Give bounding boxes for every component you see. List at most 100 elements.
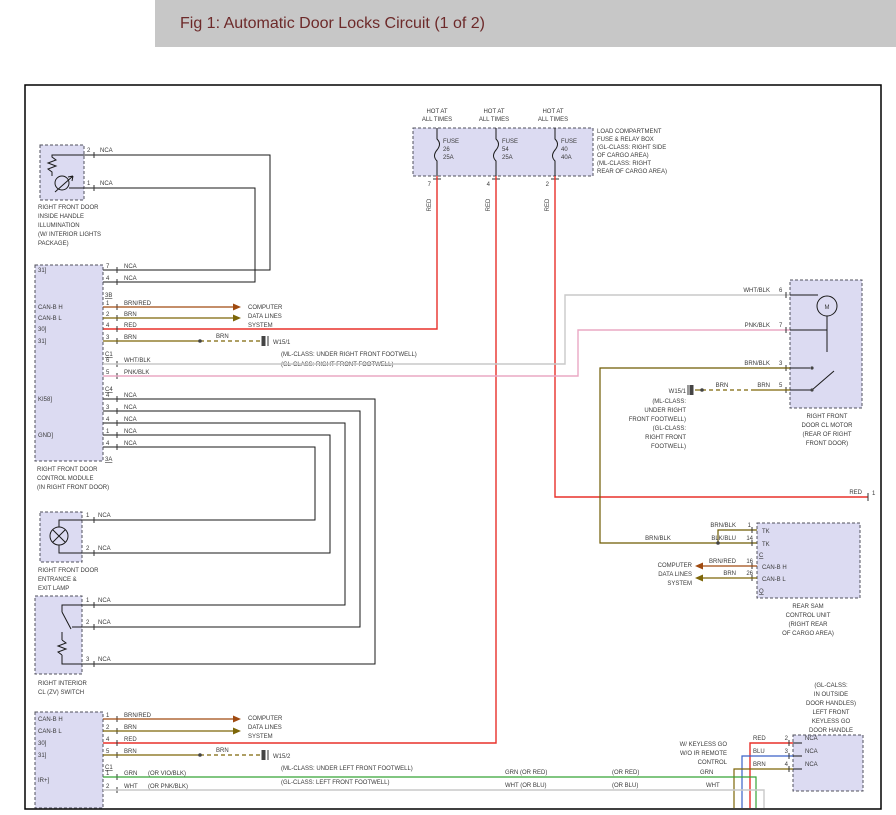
wire-label: NCA bbox=[98, 657, 111, 663]
component-label: INSIDE HANDLE bbox=[38, 214, 84, 220]
wire-label: BRN bbox=[757, 383, 770, 389]
fusebox-location: (GL-CLASS: RIGHT SIDE bbox=[597, 145, 666, 151]
wire-label: BRN bbox=[723, 571, 736, 577]
wire-label: NCA bbox=[805, 749, 818, 755]
splice-location: FOOTWELL) bbox=[651, 444, 686, 450]
terminal-label: CAN-B H bbox=[38, 717, 63, 723]
component-label: OF CARGO AREA) bbox=[782, 631, 834, 637]
splice-location: FRONT FOOTWELL) bbox=[629, 417, 686, 423]
splice-location: (GL-CLASS: bbox=[653, 426, 687, 432]
module-outline bbox=[35, 712, 103, 808]
wire-label: RED bbox=[427, 198, 433, 211]
wire-label: WHT (OR BLU) bbox=[505, 783, 547, 789]
switch-outline bbox=[35, 596, 82, 674]
splice-location: (ML-CLASS: UNDER LEFT FRONT FOOTWELL) bbox=[281, 766, 413, 772]
wire-label: BRN/BLK bbox=[645, 536, 671, 542]
wire-label: PNK/BLK bbox=[124, 370, 149, 376]
terminal-label: KI58] bbox=[38, 397, 52, 403]
wire-label: BRN bbox=[124, 749, 137, 755]
fuse-label: 25A bbox=[443, 155, 454, 161]
wire-label: NCA bbox=[805, 762, 818, 768]
wire-label-alt: (OR PNK/BLK) bbox=[148, 784, 188, 790]
splice-location: (GL-CLASS: RIGHT FRONT FOOTWELL) bbox=[281, 362, 393, 368]
wiring-diagram-canvas: HOT AT ALL TIMES HOT AT ALL TIMES HOT AT… bbox=[0, 0, 896, 815]
system-label: SYSTEM bbox=[667, 581, 692, 587]
system-label: DATA LINES bbox=[658, 572, 692, 578]
wire-label: PNK/BLK bbox=[745, 323, 770, 329]
terminal-label: 30] bbox=[38, 327, 47, 333]
splice-symbol bbox=[690, 386, 693, 395]
wire-label: BRN/BLK bbox=[744, 361, 770, 367]
fusebox-location: (ML-CLASS: RIGHT bbox=[597, 161, 651, 167]
component-label: RIGHT FRONT bbox=[807, 414, 848, 420]
fuse-label: 26 bbox=[443, 147, 450, 153]
fuse-label: 25A bbox=[502, 155, 513, 161]
wire-label: BRN bbox=[716, 383, 729, 389]
component-label: DOOR CL MOTOR bbox=[801, 423, 853, 429]
contact-dot bbox=[810, 388, 813, 391]
fuse-label: FUSE bbox=[443, 139, 459, 145]
wire-label: BRN/RED bbox=[124, 301, 152, 307]
component-label: (IN RIGHT FRONT DOOR) bbox=[37, 485, 109, 491]
system-label: COMPUTER bbox=[658, 563, 693, 569]
system-label: COMPUTER bbox=[248, 305, 283, 311]
wire-label: WHT/BLK bbox=[743, 288, 770, 294]
pin-number: 16 bbox=[746, 559, 753, 565]
wire-label: (OR RED) bbox=[612, 770, 639, 776]
terminal-label: 31] bbox=[38, 339, 47, 345]
wire-label: GRN (OR RED) bbox=[505, 770, 547, 776]
component-label: IN OUTSIDE bbox=[814, 692, 848, 698]
splice-location: (ML-CLASS: UNDER RIGHT FRONT FOOTWELL) bbox=[281, 352, 417, 358]
terminal-label: CAN-B H bbox=[38, 305, 63, 311]
wire-label: NCA bbox=[98, 513, 111, 519]
wire-label: RED bbox=[545, 198, 551, 211]
fusebox-location: OF CARGO AREA) bbox=[597, 153, 649, 159]
fuse-label: 40A bbox=[561, 155, 572, 161]
component-label: RIGHT FRONT DOOR bbox=[38, 205, 99, 211]
wire-label: NCA bbox=[805, 736, 818, 742]
fusebox-location: LOAD COMPARTMENT bbox=[597, 129, 662, 135]
wire-label: NCA bbox=[124, 441, 137, 447]
wire-label: RED bbox=[753, 736, 766, 742]
system-label: DATA LINES bbox=[248, 314, 282, 320]
variant-label: W/O IR REMOTE bbox=[680, 751, 727, 757]
motor-letter: M bbox=[825, 305, 830, 311]
component-label: EXIT LAMP bbox=[38, 586, 69, 592]
component-label: ENTRANCE & bbox=[38, 577, 77, 583]
terminal-label: TK bbox=[762, 529, 770, 535]
contact-dot bbox=[810, 366, 813, 369]
wire-label: RED bbox=[124, 323, 137, 329]
handle-outline bbox=[793, 735, 863, 791]
hot-label: ALL TIMES bbox=[479, 117, 509, 123]
terminal-label: TK bbox=[762, 542, 770, 548]
wire-label-alt: (OR VIO/BLK) bbox=[148, 771, 186, 777]
wire-label: NCA bbox=[124, 417, 137, 423]
component-label: (W/ INTERIOR LIGHTS bbox=[38, 232, 101, 238]
pin-number: 26 bbox=[746, 571, 753, 577]
motor-outline bbox=[790, 280, 862, 408]
component-label: (GL-CALSS: bbox=[814, 683, 848, 689]
fuse-label: 40 bbox=[561, 147, 568, 153]
component-label: (REAR OF RIGHT bbox=[803, 432, 852, 438]
splice-location: UNDER RIGHT bbox=[644, 408, 686, 414]
wire-label: WHT/BLK bbox=[124, 358, 151, 364]
wire-label: GRN bbox=[700, 770, 713, 776]
hot-label: ALL TIMES bbox=[422, 117, 452, 123]
wire-label: BLK/BLU bbox=[711, 536, 736, 542]
splice-dot bbox=[198, 339, 202, 343]
wire-label: NCA bbox=[100, 148, 113, 154]
module-outline bbox=[35, 265, 103, 461]
sam-outline bbox=[757, 523, 860, 598]
component-label: (RIGHT REAR bbox=[789, 622, 829, 628]
system-label: SYSTEM bbox=[248, 323, 273, 329]
terminal-label: 31] bbox=[38, 753, 47, 759]
wire-label: NCA bbox=[98, 620, 111, 626]
variant-label: CONTROL bbox=[698, 760, 728, 766]
connector-label: 3A bbox=[105, 457, 112, 463]
connector-label: C bbox=[759, 553, 764, 559]
wire-label: BRN bbox=[216, 748, 229, 754]
splice-symbol bbox=[262, 751, 265, 760]
component-label: DOOR HANDLES) bbox=[806, 701, 856, 707]
wire-label: BRN bbox=[124, 725, 137, 731]
wire-label: BRN/RED bbox=[709, 559, 737, 565]
